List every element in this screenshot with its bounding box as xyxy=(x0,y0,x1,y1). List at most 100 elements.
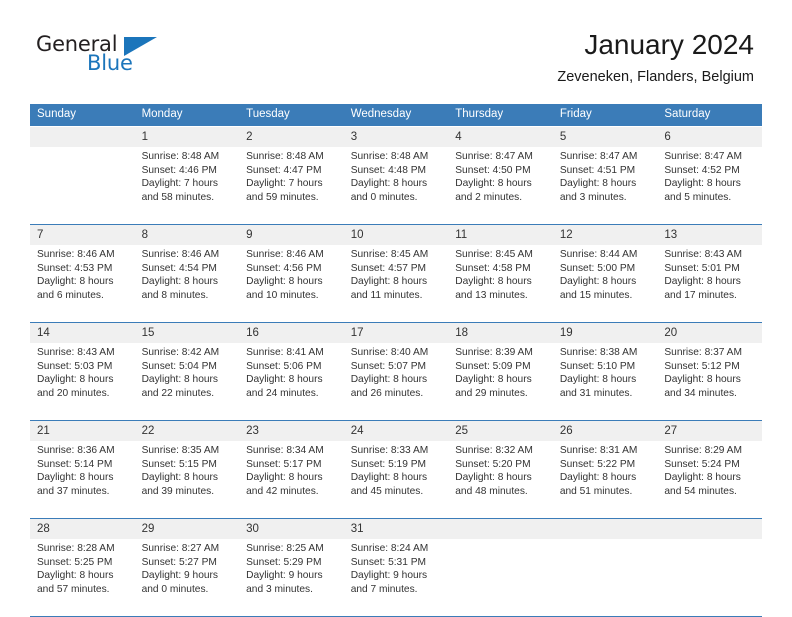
daylight-text-line1: Daylight: 8 hours xyxy=(37,570,114,582)
sunset-text: Sunset: 5:09 PM xyxy=(455,360,531,372)
day-cell[interactable]: Sunrise: 8:38 AM Sunset: 5:10 PM Dayligh… xyxy=(552,343,658,421)
day-number[interactable]: 18 xyxy=(448,322,553,343)
day-cell[interactable] xyxy=(448,539,553,617)
day-cell[interactable]: Sunrise: 8:28 AM Sunset: 5:25 PM Dayligh… xyxy=(30,539,135,617)
day-number[interactable]: 6 xyxy=(657,126,762,147)
daylight-text-line2: and 11 minutes. xyxy=(350,289,423,301)
day-number[interactable]: 26 xyxy=(552,420,658,441)
sunset-text: Sunset: 5:03 PM xyxy=(37,360,113,372)
day-cell[interactable]: Sunrise: 8:41 AM Sunset: 5:06 PM Dayligh… xyxy=(239,343,344,421)
sunrise-text: Sunrise: 8:24 AM xyxy=(350,543,429,554)
daylight-text-line1: Daylight: 8 hours xyxy=(559,472,637,484)
day-number[interactable]: 31 xyxy=(343,518,449,539)
day-cell[interactable]: Sunrise: 8:48 AM Sunset: 4:47 PM Dayligh… xyxy=(239,147,344,225)
day-cell[interactable]: Sunrise: 8:33 AM Sunset: 5:19 PM Dayligh… xyxy=(343,441,449,519)
day-number[interactable]: 3 xyxy=(343,126,449,147)
day-number[interactable]: 16 xyxy=(239,322,344,343)
sunrise-text: Sunrise: 8:46 AM xyxy=(37,249,115,260)
day-cell[interactable]: Sunrise: 8:43 AM Sunset: 5:01 PM Dayligh… xyxy=(657,245,762,323)
day-number[interactable]: 10 xyxy=(343,224,449,245)
day-number[interactable] xyxy=(448,518,553,539)
sunset-text: Sunset: 5:17 PM xyxy=(246,458,322,470)
day-cell[interactable]: Sunrise: 8:37 AM Sunset: 5:12 PM Dayligh… xyxy=(657,343,762,421)
sunset-text: Sunset: 5:12 PM xyxy=(664,360,740,372)
day-number[interactable]: 4 xyxy=(448,126,553,147)
day-number[interactable]: 22 xyxy=(134,420,240,441)
day-cell[interactable]: Sunrise: 8:27 AM Sunset: 5:27 PM Dayligh… xyxy=(134,539,240,617)
day-number[interactable]: 15 xyxy=(134,322,240,343)
daylight-text-line1: Daylight: 8 hours xyxy=(455,472,532,484)
day-cell[interactable]: Sunrise: 8:42 AM Sunset: 5:04 PM Dayligh… xyxy=(134,343,240,421)
day-cell[interactable]: Sunrise: 8:24 AM Sunset: 5:31 PM Dayligh… xyxy=(343,539,449,617)
day-cell[interactable] xyxy=(552,539,658,617)
day-number[interactable]: 25 xyxy=(448,420,553,441)
day-cell[interactable]: Sunrise: 8:48 AM Sunset: 4:46 PM Dayligh… xyxy=(134,147,240,225)
sunset-text: Sunset: 5:25 PM xyxy=(37,556,113,568)
day-number[interactable]: 14 xyxy=(30,322,135,343)
day-cell[interactable]: Sunrise: 8:31 AM Sunset: 5:22 PM Dayligh… xyxy=(552,441,658,519)
day-number[interactable]: 5 xyxy=(552,126,658,147)
day-number[interactable]: 7 xyxy=(30,224,135,245)
day-number[interactable]: 27 xyxy=(657,420,762,441)
day-number[interactable]: 11 xyxy=(448,224,553,245)
sunrise-text: Sunrise: 8:29 AM xyxy=(664,445,742,456)
day-number[interactable]: 13 xyxy=(657,224,762,245)
sunset-text: Sunset: 4:54 PM xyxy=(141,262,217,274)
day-cell[interactable]: Sunrise: 8:47 AM Sunset: 4:52 PM Dayligh… xyxy=(657,147,762,225)
day-number[interactable]: 28 xyxy=(30,518,135,539)
day-number[interactable] xyxy=(657,518,762,539)
day-cell[interactable]: Sunrise: 8:34 AM Sunset: 5:17 PM Dayligh… xyxy=(239,441,344,519)
day-cell[interactable]: Sunrise: 8:36 AM Sunset: 5:14 PM Dayligh… xyxy=(30,441,135,519)
day-number[interactable]: 20 xyxy=(657,322,762,343)
day-cell[interactable]: Sunrise: 8:47 AM Sunset: 4:51 PM Dayligh… xyxy=(552,147,658,225)
sunrise-text: Sunrise: 8:48 AM xyxy=(141,151,220,162)
day-cell[interactable]: Sunrise: 8:44 AM Sunset: 5:00 PM Dayligh… xyxy=(552,245,658,323)
daylight-text-line1: Daylight: 8 hours xyxy=(664,178,741,190)
day-cell[interactable]: Sunrise: 8:32 AM Sunset: 5:20 PM Dayligh… xyxy=(448,441,553,519)
day-number[interactable]: 24 xyxy=(343,420,449,441)
sunrise-text: Sunrise: 8:47 AM xyxy=(559,151,638,162)
day-number[interactable] xyxy=(30,126,135,147)
day-cell[interactable]: Sunrise: 8:45 AM Sunset: 4:57 PM Dayligh… xyxy=(343,245,449,323)
day-cell[interactable]: Sunrise: 8:40 AM Sunset: 5:07 PM Dayligh… xyxy=(343,343,449,421)
day-cell[interactable]: Sunrise: 8:47 AM Sunset: 4:50 PM Dayligh… xyxy=(448,147,553,225)
day-number[interactable]: 12 xyxy=(552,224,658,245)
sunrise-text: Sunrise: 8:35 AM xyxy=(141,445,220,456)
day-number[interactable]: 29 xyxy=(134,518,240,539)
logo-text-blue: Blue xyxy=(87,51,133,75)
day-cell[interactable]: Sunrise: 8:43 AM Sunset: 5:03 PM Dayligh… xyxy=(30,343,135,421)
day-cell[interactable]: Sunrise: 8:46 AM Sunset: 4:56 PM Dayligh… xyxy=(239,245,344,323)
day-cell[interactable]: Sunrise: 8:25 AM Sunset: 5:29 PM Dayligh… xyxy=(239,539,344,617)
day-cell[interactable]: Sunrise: 8:45 AM Sunset: 4:58 PM Dayligh… xyxy=(448,245,553,323)
weekday-header-tuesday: Tuesday xyxy=(239,104,344,127)
daylight-text-line1: Daylight: 8 hours xyxy=(246,374,323,386)
day-cell[interactable]: Sunrise: 8:46 AM Sunset: 4:53 PM Dayligh… xyxy=(30,245,135,323)
day-number[interactable]: 9 xyxy=(239,224,344,245)
sunrise-text: Sunrise: 8:43 AM xyxy=(664,249,742,260)
week-1-daynumbers: 1 2 3 4 5 6 xyxy=(30,126,762,147)
day-number[interactable]: 8 xyxy=(134,224,240,245)
day-number[interactable]: 23 xyxy=(239,420,344,441)
day-cell[interactable]: Sunrise: 8:29 AM Sunset: 5:24 PM Dayligh… xyxy=(657,441,762,519)
day-cell[interactable]: Sunrise: 8:48 AM Sunset: 4:48 PM Dayligh… xyxy=(343,147,449,225)
day-number[interactable]: 30 xyxy=(239,518,344,539)
day-number[interactable]: 1 xyxy=(134,126,240,147)
week-4-details: Sunrise: 8:36 AM Sunset: 5:14 PM Dayligh… xyxy=(30,441,762,519)
day-number[interactable]: 21 xyxy=(30,420,135,441)
day-number[interactable]: 19 xyxy=(552,322,658,343)
day-cell[interactable] xyxy=(657,539,762,617)
daylight-text-line2: and 59 minutes. xyxy=(246,191,319,203)
day-number[interactable]: 17 xyxy=(343,322,449,343)
day-number[interactable]: 2 xyxy=(239,126,344,147)
day-cell[interactable]: Sunrise: 8:35 AM Sunset: 5:15 PM Dayligh… xyxy=(134,441,240,519)
day-cell[interactable] xyxy=(30,147,135,225)
sunset-text: Sunset: 4:56 PM xyxy=(246,262,322,274)
day-cell[interactable]: Sunrise: 8:46 AM Sunset: 4:54 PM Dayligh… xyxy=(134,245,240,323)
day-cell[interactable]: Sunrise: 8:39 AM Sunset: 5:09 PM Dayligh… xyxy=(448,343,553,421)
weekday-header-sunday: Sunday xyxy=(30,104,135,127)
page-title: January 2024 xyxy=(584,29,754,60)
day-number[interactable] xyxy=(552,518,658,539)
week-2-daynumbers: 7 8 9 10 11 12 13 xyxy=(30,224,762,245)
sunset-text: Sunset: 5:20 PM xyxy=(455,458,531,470)
daylight-text-line2: and 34 minutes. xyxy=(664,387,737,399)
